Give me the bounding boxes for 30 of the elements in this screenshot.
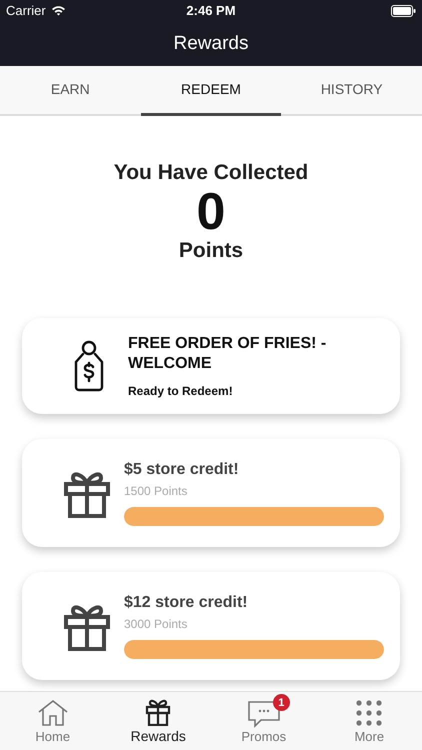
reward-title: $12 store credit! [124,592,249,613]
tab[interactable]: EARN [0,66,141,116]
battery-icon [391,4,416,17]
reward-card[interactable]: $12 store credit! 3000 Points [22,572,400,680]
price-tag-icon [72,340,106,392]
tab-bar-item[interactable]: Rewards [106,692,211,750]
points-label: Points [178,238,244,263]
reward-points: 1500 Points [124,484,188,498]
collected-heading: You Have Collected [114,160,308,185]
carrier-label: Carrier [6,3,46,18]
home-icon [36,699,69,727]
notification-badge: 1 [272,694,290,711]
tab-bar-item[interactable]: 1 Promos [211,692,316,750]
status-time: 2:46 PM [186,3,236,18]
reward-status: Ready to Redeem! [128,384,234,398]
chat-icon [246,698,281,728]
wifi-icon [50,5,66,16]
tab[interactable]: HISTORY [281,66,422,116]
tab[interactable]: REDEEM [140,66,282,116]
points-total: 0 [196,184,226,239]
tab-bar-item[interactable]: More [316,692,422,750]
reward-title: FREE ORDER OF FRIES! - WELCOME [128,334,328,374]
gift-icon [145,698,172,726]
screen-title: Rewards [174,32,248,55]
grid-icon [355,699,384,727]
reward-title: $5 store credit! [124,460,240,480]
tab-bar-item[interactable]: Home [0,692,106,750]
reward-card[interactable]: FREE ORDER OF FRIES! - WELCOME Ready to Redeem! [22,318,400,414]
reward-points: 3000 Points [124,616,188,631]
reward-card[interactable]: $5 store credit! 1500 Points [22,438,400,547]
